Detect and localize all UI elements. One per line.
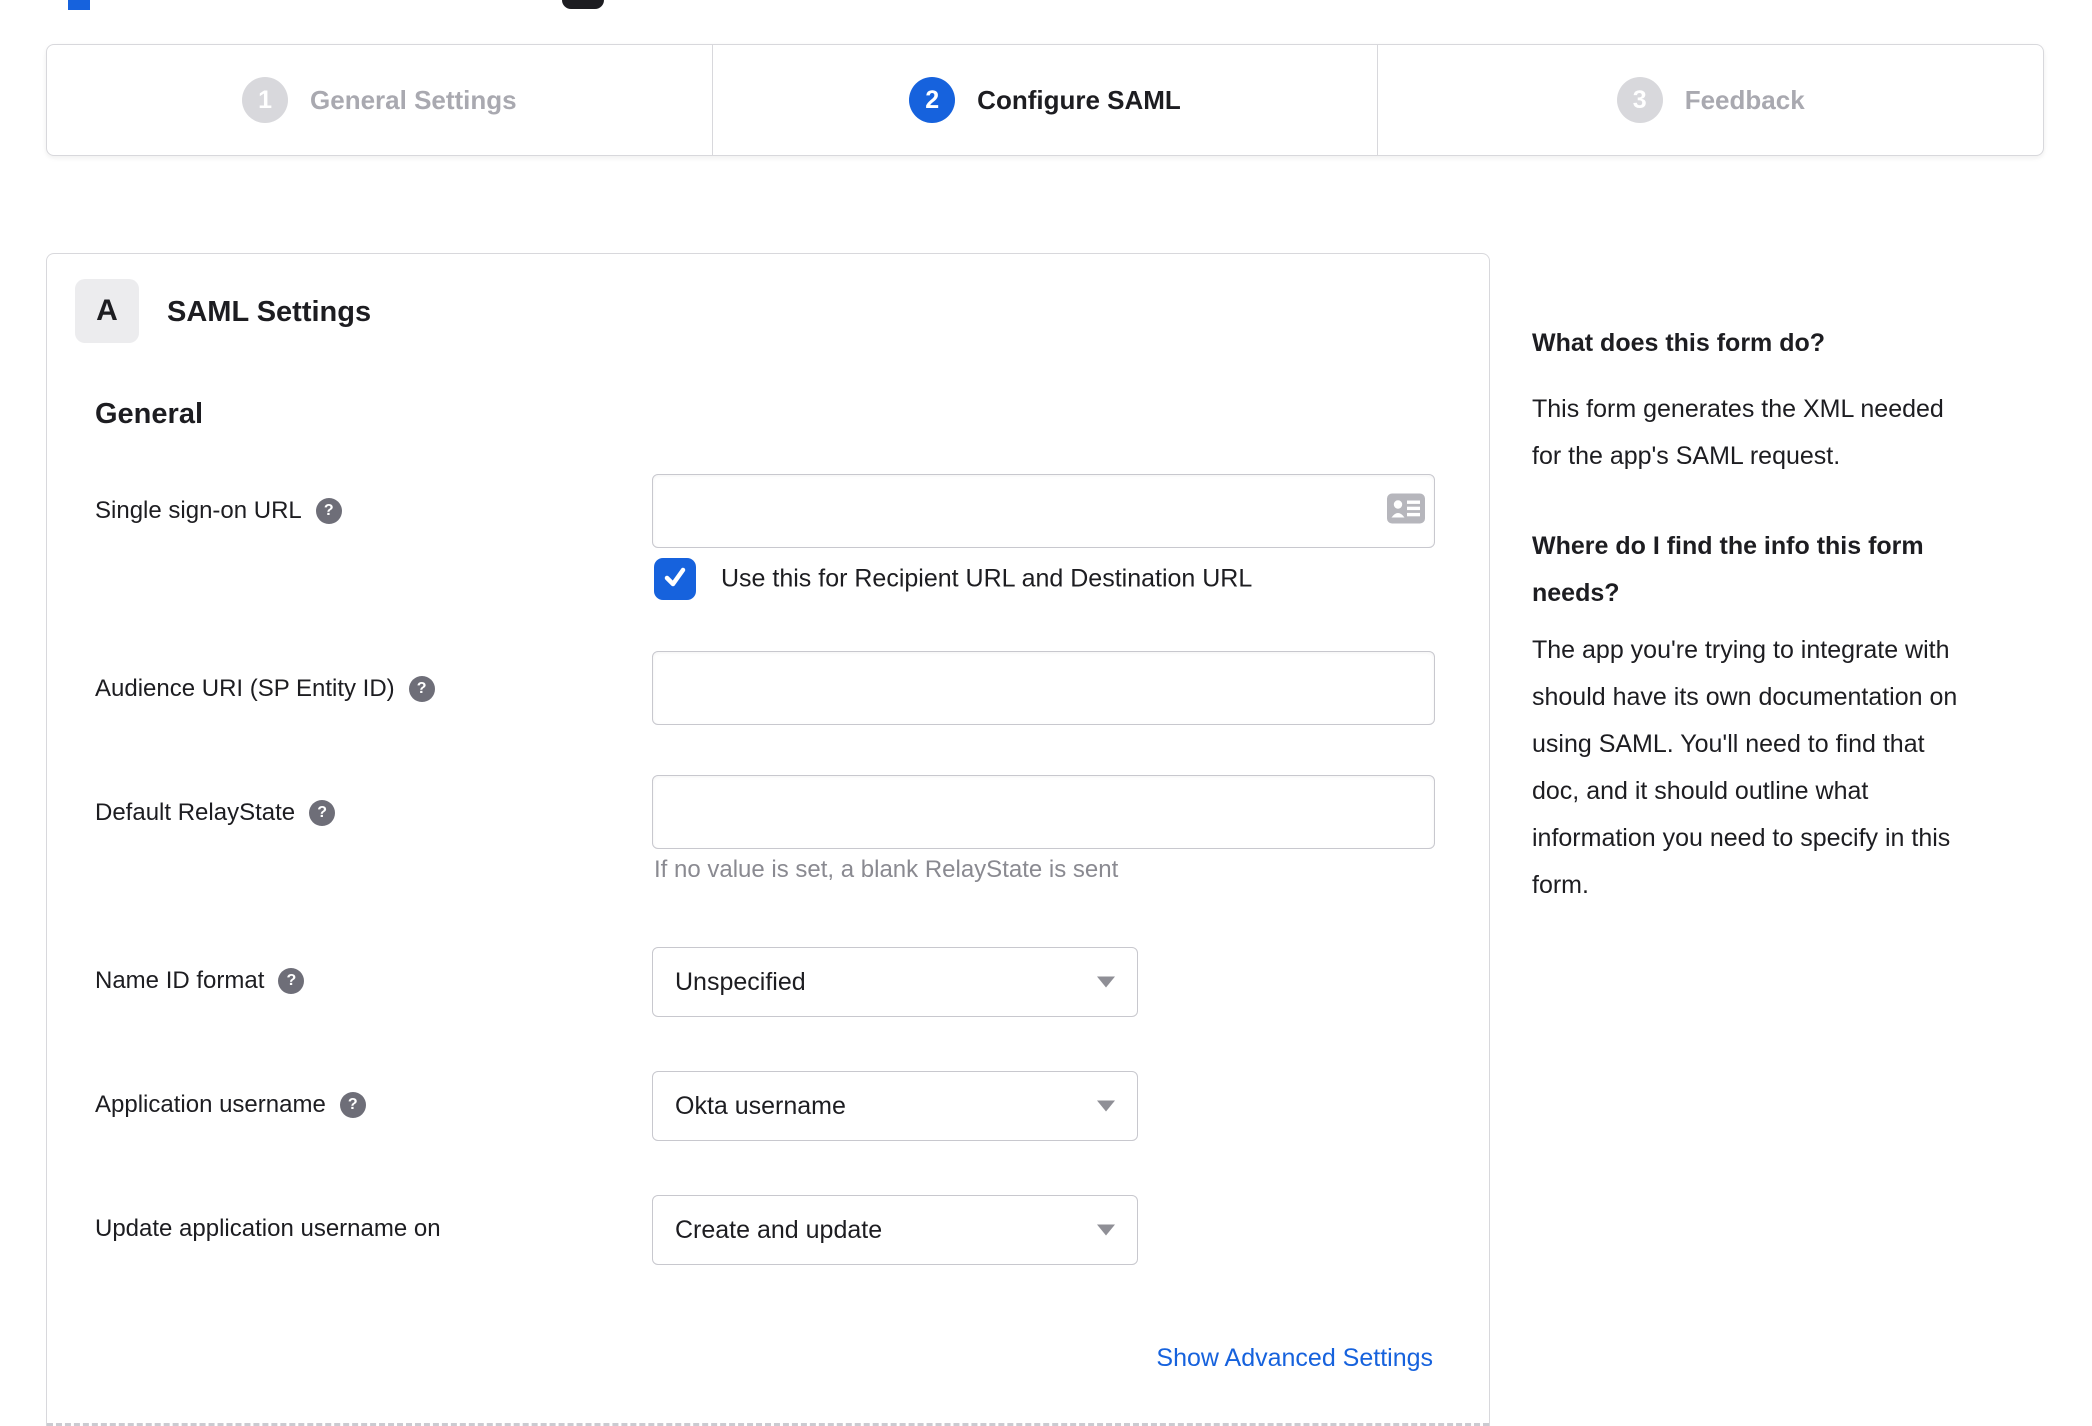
panel-title: SAML Settings: [167, 296, 372, 328]
update-application-username-label: Update application username on: [95, 1215, 441, 1243]
help-answer-1: This form generates the XML needed for t…: [1532, 386, 2077, 480]
field-label-text: Name ID format: [95, 967, 265, 994]
help-answer-line: for the app's SAML request.: [1532, 442, 1841, 470]
checkmark-icon: [661, 563, 689, 596]
step-general-settings[interactable]: 1 General Settings: [47, 45, 712, 155]
step-feedback[interactable]: 3 Feedback: [1377, 45, 2043, 155]
step-number-badge: 1: [242, 77, 289, 123]
help-question-2: Where do I find the info this form needs…: [1532, 523, 2077, 617]
help-answer-line: information you need to specify in this: [1532, 824, 1951, 852]
application-username-label: Application username ?: [95, 1091, 366, 1119]
application-username-select[interactable]: Okta username: [652, 1071, 1138, 1141]
help-icon[interactable]: ?: [315, 498, 342, 524]
relaystate-hint-text: If no value is set, a blank RelayState i…: [654, 856, 1119, 883]
help-question-line: needs?: [1532, 579, 1620, 607]
help-answer-line: should have its own documentation on: [1532, 683, 1958, 711]
help-answer-line: The app you're trying to integrate with: [1532, 636, 1950, 664]
group-title-general: General: [95, 398, 203, 430]
chevron-down-icon: [1097, 1100, 1115, 1112]
saml-settings-panel: A SAML Settings General Single sign-on U…: [46, 253, 1490, 1426]
update-application-username-select[interactable]: Create and update: [652, 1195, 1138, 1265]
step-number-badge: 2: [909, 77, 956, 123]
help-question-line: Where do I find the info this form: [1532, 532, 1924, 560]
step-configure-saml[interactable]: 2 Configure SAML: [711, 45, 1378, 155]
help-sidebar: What does this form do? This form genera…: [1532, 326, 2077, 909]
name-id-format-label: Name ID format ?: [95, 967, 305, 995]
show-advanced-settings-link[interactable]: Show Advanced Settings: [1156, 1344, 1433, 1373]
step-label: Feedback: [1684, 84, 1805, 115]
step-number-badge: 3: [1616, 77, 1663, 123]
chevron-down-icon: [1097, 1224, 1115, 1236]
step-label: General Settings: [310, 84, 517, 115]
audience-uri-input[interactable]: [652, 651, 1435, 725]
audience-uri-label: Audience URI (SP Entity ID) ?: [95, 675, 435, 703]
help-icon[interactable]: ?: [309, 800, 336, 826]
help-answer-line: using SAML. You'll need to find that: [1532, 730, 1925, 758]
default-relaystate-input[interactable]: [652, 775, 1435, 849]
contact-card-icon[interactable]: [1387, 493, 1425, 529]
section-a-badge: A: [75, 279, 139, 343]
help-icon[interactable]: ?: [278, 968, 305, 994]
wizard-stepper: 1 General Settings 2 Configure SAML 3 Fe…: [46, 44, 2044, 156]
recipient-url-checkbox[interactable]: [654, 558, 696, 600]
default-relaystate-label: Default RelayState ?: [95, 799, 336, 827]
single-sign-on-url-input[interactable]: [652, 474, 1435, 548]
name-id-format-select[interactable]: Unspecified: [652, 947, 1138, 1017]
help-answer-2: The app you're trying to integrate with …: [1532, 627, 2077, 909]
field-label-text: Single sign-on URL: [95, 497, 302, 524]
help-answer-line: doc, and it should outline what: [1532, 777, 1869, 805]
help-answer-line: This form generates the XML needed: [1532, 395, 1944, 423]
help-question-1: What does this form do?: [1532, 329, 1826, 357]
field-label-text: Default RelayState: [95, 799, 296, 826]
help-icon[interactable]: ?: [339, 1092, 366, 1118]
help-answer-line: form.: [1532, 871, 1589, 899]
field-label-text: Audience URI (SP Entity ID): [95, 675, 395, 702]
select-value: Okta username: [675, 1091, 846, 1120]
select-value: Create and update: [675, 1215, 883, 1244]
help-icon[interactable]: ?: [408, 676, 435, 702]
single-sign-on-url-label: Single sign-on URL ?: [95, 497, 342, 525]
field-label-text: Application username: [95, 1091, 326, 1118]
chevron-down-icon: [1097, 976, 1115, 988]
step-label: Configure SAML: [977, 84, 1181, 115]
recipient-url-checkbox-label: Use this for Recipient URL and Destinati…: [721, 564, 1253, 593]
clipped-header-blue-icon: [68, 0, 90, 10]
select-value: Unspecified: [675, 967, 806, 996]
field-label-text: Update application username on: [95, 1215, 441, 1242]
clipped-header-dark-icon: [562, 0, 604, 9]
